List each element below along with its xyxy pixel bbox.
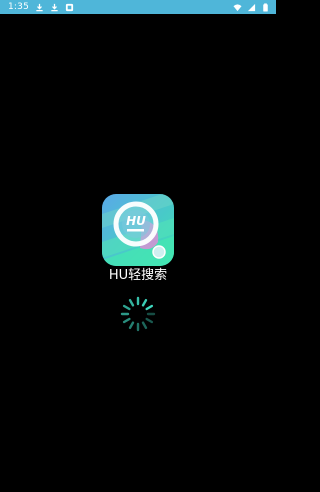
app-logo-text: HU xyxy=(126,214,146,228)
splash-screen: HU HU轻搜索 xyxy=(0,0,276,492)
app-logo: HU xyxy=(102,194,174,266)
spinner-dash xyxy=(122,317,131,324)
spinner-dash xyxy=(145,317,154,324)
loading-spinner xyxy=(120,296,156,332)
spinner-dash xyxy=(128,321,135,330)
app-logo-icon: HU xyxy=(102,194,174,266)
spinner-dash xyxy=(122,304,131,311)
app-name: HU轻搜索 xyxy=(108,268,168,283)
spinner-dash xyxy=(145,304,154,311)
spinner-dash xyxy=(128,298,135,307)
spinner-dash xyxy=(141,321,148,330)
spinner-dash xyxy=(141,298,148,307)
